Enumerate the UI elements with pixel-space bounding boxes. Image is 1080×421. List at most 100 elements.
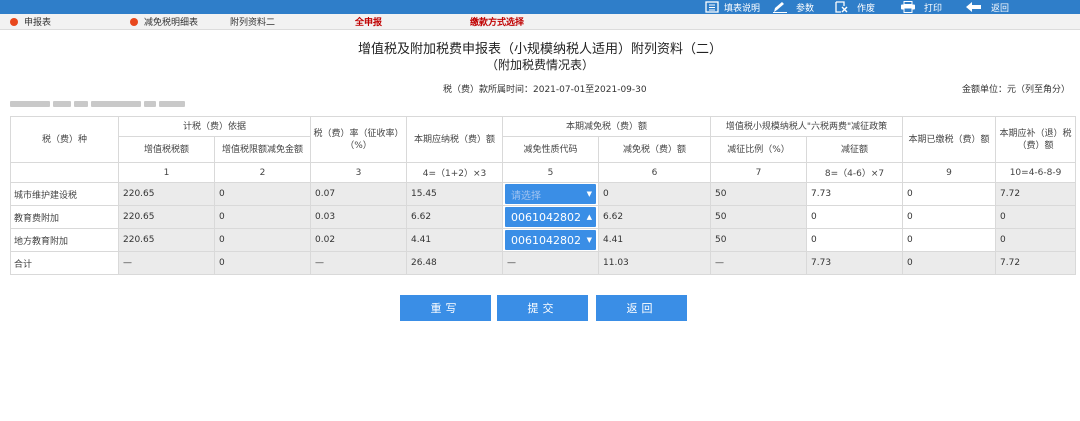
header-basis-group: 计税（费）依据 bbox=[117, 116, 312, 137]
relief-code-value: 0061042802 bbox=[511, 210, 582, 224]
void-button[interactable]: 作废 bbox=[835, 0, 875, 14]
rate-cell: 0.03 bbox=[310, 205, 408, 229]
payable-cell: 15.45 bbox=[406, 182, 504, 206]
tax-type-label: 城市维护建设税 bbox=[10, 182, 119, 206]
relief-code-value: 0061042802 bbox=[511, 233, 582, 247]
reduction-amount-value: 0 bbox=[811, 235, 817, 245]
red-dot-icon bbox=[130, 17, 138, 26]
vat-amount-cell: 220.65 bbox=[118, 182, 215, 206]
nav-item-declaration[interactable]: 申报表 bbox=[10, 14, 51, 29]
nav-item-relief-details[interactable]: 减免税明细表 bbox=[130, 14, 198, 29]
column-number: 8=（4-6）×7 bbox=[806, 162, 904, 183]
header-vat-credit: 增值税限额减免金额 bbox=[213, 136, 312, 163]
rate-cell: 0.02 bbox=[310, 228, 408, 252]
reduction-ratio-cell: 50 bbox=[710, 205, 808, 229]
refund-cell: 0 bbox=[995, 228, 1077, 252]
relief-code-cell: 请选择 ▼ bbox=[502, 182, 600, 206]
header-payable: 本期应纳税（费）额 bbox=[406, 116, 504, 163]
nav-item-label: 申报表 bbox=[24, 18, 52, 28]
vat-credit-cell: 0 bbox=[213, 182, 312, 206]
reduction-amount-input[interactable]: 0 bbox=[806, 205, 904, 229]
total-code-cell: — bbox=[502, 251, 600, 275]
red-dot-icon bbox=[10, 17, 18, 26]
table-row: 教育费附加 220.65 0 0.03 6.62 0061042802 ▲ 6.… bbox=[10, 205, 1077, 229]
relief-code-placeholder: 请选择 bbox=[511, 190, 542, 202]
nav-item-label: 附列资料二 bbox=[230, 18, 276, 28]
printer-icon bbox=[901, 1, 915, 13]
vat-credit-cell: 0 bbox=[213, 228, 312, 252]
column-number: 2 bbox=[213, 162, 312, 183]
column-number-row: 1 2 3 4=（1+2）×3 5 6 7 8=（4-6）×7 9 10=4-6… bbox=[10, 162, 1077, 183]
params-button[interactable]: 参数 bbox=[772, 0, 814, 14]
chevron-up-icon: ▲ bbox=[586, 213, 593, 221]
fill-instructions-label: 填表说明 bbox=[724, 3, 761, 14]
header-vat-amount: 增值税税额 bbox=[118, 136, 215, 163]
chevron-down-icon: ▼ bbox=[586, 236, 593, 244]
relief-code-select[interactable]: 请选择 ▼ bbox=[505, 184, 597, 204]
header-policy-group: 增值税小规模纳税人"六税两费"减征政策 bbox=[710, 116, 904, 137]
reduction-amount-input[interactable]: 7.73 bbox=[806, 182, 904, 206]
relief-code-cell: 0061042802 ▼ bbox=[502, 228, 600, 252]
vat-amount-cell: 220.65 bbox=[118, 205, 215, 229]
total-refund-cell: 7.72 bbox=[995, 251, 1077, 275]
amount-unit: 金额单位：元（列至角分） bbox=[961, 85, 1070, 95]
column-number: 1 bbox=[118, 162, 215, 183]
header-relief-group: 本期减免税（费）额 bbox=[502, 116, 712, 137]
void-label: 作废 bbox=[857, 3, 876, 14]
paid-value: 0 bbox=[907, 235, 913, 245]
paid-input[interactable]: 0 bbox=[902, 228, 997, 252]
column-number: 7 bbox=[710, 162, 808, 183]
print-label: 打印 bbox=[924, 3, 943, 14]
reduction-ratio-cell: 50 bbox=[710, 228, 808, 252]
column-number: 3 bbox=[310, 162, 408, 183]
relief-amount-cell: 0 bbox=[598, 182, 712, 206]
total-credit-cell: 0 bbox=[213, 251, 312, 275]
header-reduction-amount: 减征额 bbox=[806, 136, 904, 163]
header-rate: 税（费）率（征收率）（%） bbox=[310, 116, 408, 163]
print-button[interactable]: 打印 bbox=[900, 0, 942, 14]
return-toolbar-button[interactable]: 返回 bbox=[965, 0, 1009, 14]
column-number: 5 bbox=[502, 162, 600, 183]
submit-button[interactable]: 提交 bbox=[497, 295, 588, 321]
return-toolbar-label: 返回 bbox=[991, 3, 1010, 14]
table-row: 地方教育附加 220.65 0 0.02 4.41 0061042802 ▼ 4… bbox=[10, 228, 1077, 252]
relief-code-select[interactable]: 0061042802 ▲ bbox=[505, 207, 597, 227]
reduction-amount-input[interactable]: 0 bbox=[806, 228, 904, 252]
header-reduction-ratio: 减征比例（%） bbox=[710, 136, 808, 163]
column-number-blank bbox=[10, 162, 119, 183]
paid-input[interactable]: 0 bbox=[902, 182, 997, 206]
back-button[interactable]: 返回 bbox=[596, 295, 687, 321]
page-title: 增值税及附加税费申报表（小规模纳税人适用）附列资料（二） bbox=[357, 42, 722, 57]
chevron-down-icon: ▼ bbox=[586, 190, 593, 198]
tax-type-label: 教育费附加 bbox=[10, 205, 119, 229]
relief-code-select[interactable]: 0061042802 ▼ bbox=[505, 230, 597, 250]
refund-cell: 7.72 bbox=[995, 182, 1077, 206]
total-vat-cell: — bbox=[118, 251, 215, 275]
header-refund: 本期应补（退）税（费）额 bbox=[995, 116, 1077, 163]
appendix-table: 税（费）种 计税（费）依据 税（费）率（征收率）（%） 本期应纳税（费）额 本期… bbox=[10, 116, 1077, 275]
nav-item-full-declaration[interactable]: 全申报 bbox=[355, 14, 382, 29]
nav-item-label: 减免税明细表 bbox=[144, 18, 199, 28]
total-payable-cell: 26.48 bbox=[406, 251, 504, 275]
column-number: 6 bbox=[598, 162, 712, 183]
nav-item-label: 全申报 bbox=[355, 18, 383, 28]
payable-cell: 6.62 bbox=[406, 205, 504, 229]
rate-cell: 0.07 bbox=[310, 182, 408, 206]
nav-item-payment-method[interactable]: 缴款方式选择 bbox=[470, 14, 524, 29]
back-arrow-icon bbox=[966, 2, 981, 12]
tax-period: 税（费）款所属时间：2021-07-01至2021-09-30 bbox=[443, 85, 647, 95]
paid-input[interactable]: 0 bbox=[902, 205, 997, 229]
top-toolbar: 填表说明 参数 作废 打印 返回 bbox=[0, 0, 1080, 14]
pencil-icon bbox=[773, 2, 787, 13]
rewrite-button[interactable]: 重写 bbox=[400, 295, 491, 321]
form-navigation-bar: 申报表 减免税明细表 附列资料二 全申报 缴款方式选择 bbox=[0, 14, 1080, 30]
header-tax-type: 税（费）种 bbox=[10, 116, 119, 163]
relief-code-cell: 0061042802 ▲ bbox=[502, 205, 600, 229]
nav-item-appendix-two[interactable]: 附列资料二 bbox=[230, 14, 275, 29]
void-document-icon bbox=[835, 1, 848, 13]
total-row: 合计 — 0 — 26.48 — 11.03 — 7.73 0 7.72 bbox=[10, 251, 1077, 275]
total-label: 合计 bbox=[10, 251, 119, 275]
total-paid-cell: 0 bbox=[902, 251, 997, 275]
fill-instructions-button[interactable]: 填表说明 bbox=[705, 0, 760, 14]
page-subtitle: （附加税费情况表） bbox=[485, 58, 594, 72]
